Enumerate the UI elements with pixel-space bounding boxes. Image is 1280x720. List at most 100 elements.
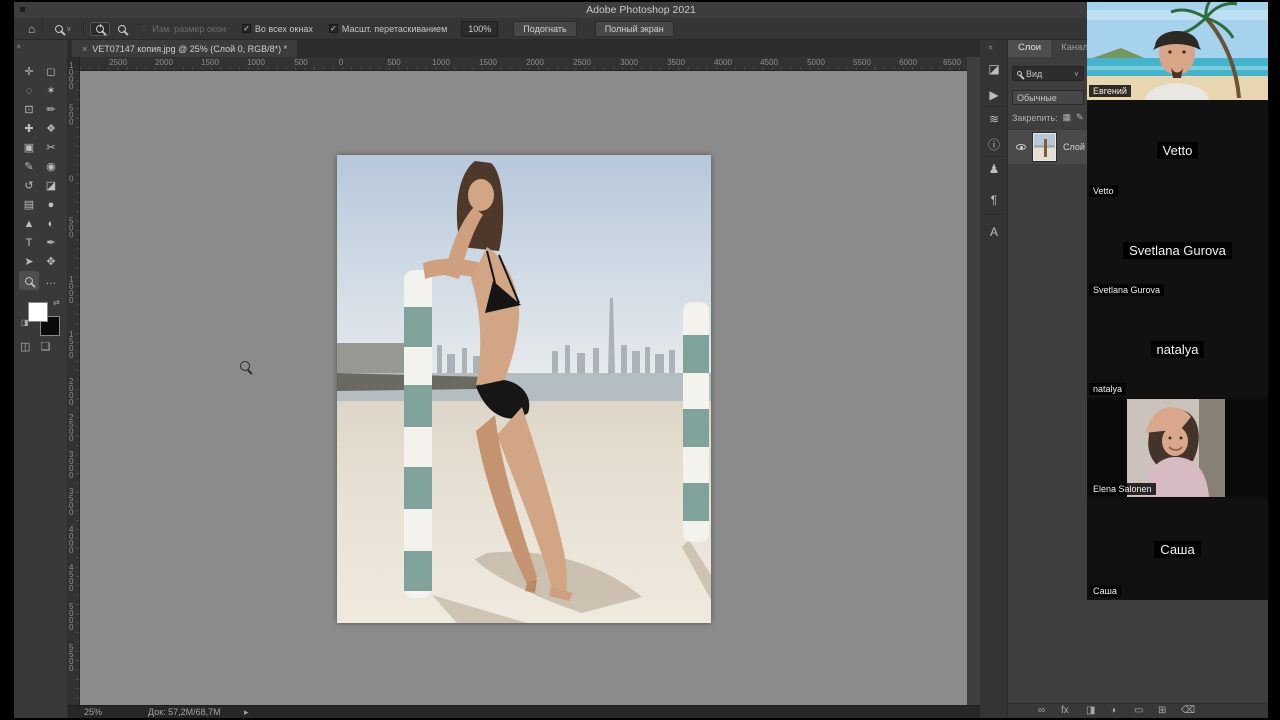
slice-tool[interactable]: ✂ xyxy=(41,138,61,157)
magic-wand-tool[interactable]: ✶ xyxy=(41,81,61,100)
eraser-tool[interactable]: ◪ xyxy=(41,176,61,195)
status-bar: 25% Док: 57,2M/68,7M ▸ xyxy=(68,705,980,718)
hruler-label: 2500 xyxy=(109,58,127,67)
hruler-label: 1000 xyxy=(432,58,450,67)
options-bar: ⌂ ∨ + − Изм. размер окон ✓ Во всех окнах… xyxy=(14,18,1268,40)
scrubby-zoom-checkbox[interactable]: ✓ Масшт. перетаскиванием xyxy=(328,24,447,34)
participant-tile[interactable]: Евгений xyxy=(1087,2,1268,100)
hruler-label: 5500 xyxy=(853,58,871,67)
horizontal-ruler: 2500 2000 1500 1000 500 0 500 1000 1500 2000 2500 3… xyxy=(80,57,967,71)
adjustment-layer-icon[interactable]: ◑ xyxy=(1110,705,1116,717)
close-icon[interactable]: × xyxy=(82,44,87,54)
new-layer-icon[interactable]: ⊞ xyxy=(1158,705,1166,717)
layer-thumbnail[interactable] xyxy=(1032,132,1057,162)
hruler-label: 4500 xyxy=(760,58,778,67)
blur-tool[interactable]: ● xyxy=(41,195,61,214)
home-icon[interactable]: ⌂ xyxy=(28,22,35,36)
sharpen-tool[interactable]: ▲ xyxy=(19,214,39,233)
link-layers-icon[interactable]: ∞ xyxy=(1038,705,1045,717)
type-tool[interactable]: T xyxy=(19,233,39,252)
clone-stamp-tool[interactable]: ◉ xyxy=(41,157,61,176)
doc-size-status: Док: 57,2M/68,7M xyxy=(148,707,221,717)
lasso-tool[interactable]: ◌ xyxy=(19,81,39,100)
search-icon xyxy=(1017,71,1022,76)
crop-tool[interactable]: ⊡ xyxy=(19,100,39,119)
adjustments-icon[interactable]: ◪ xyxy=(980,62,1008,76)
layer-mask-icon[interactable]: ◨ xyxy=(1086,705,1095,717)
all-windows-checkbox[interactable]: ✓ Во всех окнах xyxy=(241,24,313,34)
fill-screen-button[interactable]: Полный экран xyxy=(594,20,674,37)
character-icon[interactable]: A xyxy=(980,225,1008,239)
zoom-tool[interactable] xyxy=(19,271,39,290)
layer-filter-input[interactable]: Вид ∨ xyxy=(1012,66,1084,81)
participant-tile[interactable]: Svetlana Gurova Svetlana Gurova xyxy=(1087,200,1268,299)
checkbox-checked-icon: ✓ xyxy=(328,24,338,33)
patch-tool[interactable]: ❖ xyxy=(41,119,61,138)
quick-mask-icon[interactable]: ◫ xyxy=(20,340,30,353)
delete-layer-icon[interactable]: ⌫ xyxy=(1181,705,1195,717)
lock-paint-icon[interactable]: ✎ xyxy=(1076,112,1084,123)
gradient-tool[interactable]: ▤ xyxy=(19,195,39,214)
healing-brush-tool[interactable]: ✚ xyxy=(19,119,39,138)
vruler-label: 4 0 0 0 xyxy=(69,525,74,555)
document-tab-title: VET07147 копия.jpg @ 25% (Слой 0, RGB/8*… xyxy=(92,43,288,54)
vruler-label: 3 0 0 0 xyxy=(69,450,74,480)
move-tool[interactable]: ✛ xyxy=(19,62,39,81)
vertical-ruler: 1 0 0 0 5 0 0 0 5 0 0 1 0 0 0 1 5 0 0 2 0 0 0 2… xyxy=(68,62,80,705)
participant-name: Svetlana Gurova xyxy=(1123,241,1232,259)
marquee-tool[interactable]: ◻ xyxy=(41,62,61,81)
zoom-percent-field[interactable]: 25% xyxy=(84,707,102,717)
layers-panel-footer: ∞ fx ◨ ◑ ▭ ⊞ ⌫ xyxy=(1008,703,1268,718)
zoom-tool-preset[interactable]: ∨ xyxy=(50,23,76,35)
pen-tool[interactable]: ✒ xyxy=(41,233,61,252)
layer-filter-value: Вид xyxy=(1026,68,1043,79)
swap-colors-icon[interactable]: ⇄ xyxy=(53,298,60,307)
hand-tool[interactable]: ✥ xyxy=(41,252,61,271)
checkbox-checked-icon: ✓ xyxy=(241,24,251,33)
zoom-value-field[interactable]: 100% xyxy=(461,20,499,37)
eyedropper-tool[interactable]: ✏ xyxy=(41,100,61,119)
dodge-tool[interactable]: ◐ xyxy=(41,214,61,233)
zoom-out-icon: − xyxy=(118,23,127,33)
frame-tool[interactable]: ▣ xyxy=(19,138,39,157)
hruler-label: 3500 xyxy=(667,58,685,67)
collapse-panels-icon[interactable]: « xyxy=(987,45,996,49)
info-icon[interactable]: ⓘ xyxy=(980,136,1008,153)
lock-transparency-icon[interactable]: ▦ xyxy=(1063,112,1072,123)
tab-layers[interactable]: Слои xyxy=(1008,40,1052,57)
resize-windows-label: Изм. размер окон xyxy=(152,23,226,34)
document-image[interactable] xyxy=(337,155,711,623)
participant-tile[interactable]: Саша Саша xyxy=(1087,498,1268,600)
screen-border xyxy=(0,0,1280,2)
properties-icon[interactable]: ≋ xyxy=(980,112,1008,126)
video-participants-strip: Евгений Vetto Vetto Svetlana Gurova Svet… xyxy=(1087,2,1268,600)
layer-effects-icon[interactable]: fx xyxy=(1061,705,1069,717)
document-tab[interactable]: × VET07147 копия.jpg @ 25% (Слой 0, RGB/… xyxy=(72,40,298,57)
status-chevron-icon[interactable]: ▸ xyxy=(244,707,249,718)
zoom-in-button[interactable]: + xyxy=(90,21,111,36)
brush-tool[interactable]: ✎ xyxy=(19,157,39,176)
history-brush-tool[interactable]: ↺ xyxy=(19,176,39,195)
more-tools[interactable]: … xyxy=(41,271,61,290)
chevron-down-icon: ∨ xyxy=(66,25,72,33)
collapse-tools-icon[interactable]: « xyxy=(15,44,24,48)
layer-group-icon[interactable]: ▭ xyxy=(1134,705,1143,717)
participant-tile[interactable]: natalya natalya xyxy=(1087,299,1268,398)
zoom-out-button[interactable]: − xyxy=(113,23,131,35)
app-title-bar: Adobe Photoshop 2021 xyxy=(14,2,1268,18)
screen-mode-icon[interactable]: ❏ xyxy=(40,340,50,353)
path-select-tool[interactable]: ➤ xyxy=(19,252,39,271)
blend-mode-dropdown[interactable]: Обычные xyxy=(1012,90,1084,105)
vruler-label: 2 5 0 0 xyxy=(69,413,74,443)
beach-photo xyxy=(337,155,711,623)
paragraph-icon[interactable]: ¶ xyxy=(980,193,1008,207)
actions-icon[interactable]: ▶ xyxy=(980,88,1008,102)
clone-source-icon[interactable]: ♟ xyxy=(980,162,1008,176)
canvas-area[interactable] xyxy=(80,71,967,705)
participant-tile[interactable]: Vetto Vetto xyxy=(1087,100,1268,200)
foreground-color-swatch[interactable] xyxy=(28,302,48,322)
vruler-label: 2 0 0 0 xyxy=(69,377,74,407)
participant-tile[interactable]: Elena Salonen xyxy=(1087,398,1268,498)
layer-visibility-icon[interactable] xyxy=(1016,144,1026,150)
fit-screen-button[interactable]: Подогнать xyxy=(513,20,577,37)
